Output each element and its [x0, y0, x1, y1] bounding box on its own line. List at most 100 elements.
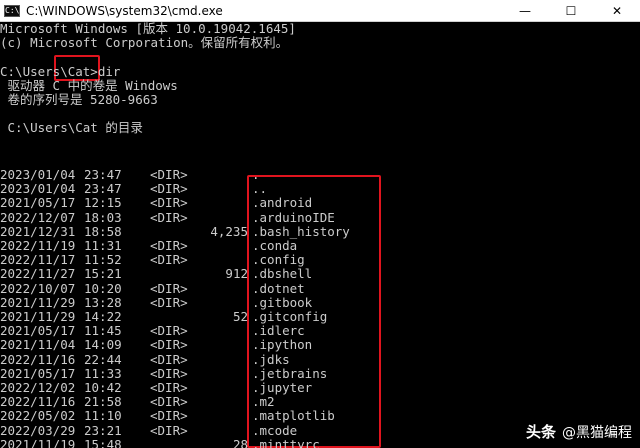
dir-entry-row: 2022/12/07 18:03 <DIR> .arduinoIDE	[0, 209, 640, 225]
dir-entry-row: 2023/01/04 23:47 <DIR>..	[0, 182, 640, 196]
entry-name: .ipython	[252, 337, 313, 353]
entry-name: .config	[252, 252, 305, 268]
entry-time: 13:28	[84, 294, 122, 310]
entry-dir-tag: <DIR>	[150, 394, 188, 410]
entry-date: 2021/11/04	[0, 337, 76, 353]
entry-dir-tag: <DIR>	[150, 380, 188, 395]
entry-time: 11:45	[84, 323, 122, 339]
entry-name: .jupyter	[252, 380, 313, 395]
dir-entry-row: 2022/11/16 22:44 <DIR> .jdks	[0, 351, 640, 367]
entry-name: .mcode	[252, 422, 298, 438]
entry-date: 2022/10/07	[0, 280, 76, 296]
entry-size: 52	[232, 309, 248, 324]
dir-entry-row: 2022/11/17 11:52 <DIR> .config	[0, 253, 640, 267]
entry-date: 2022/11/19	[0, 238, 76, 253]
console-output[interactable]: Microsoft Windows [版本 10.0.19042.1645] (c…	[0, 21, 640, 448]
entry-time: 23:47	[84, 181, 122, 197]
entry-date: 2023/01/04	[0, 181, 76, 197]
entry-time: 11:10	[84, 408, 122, 424]
entry-date: 2022/11/16	[0, 351, 76, 367]
entry-time: 23:47	[84, 167, 122, 182]
entry-name: .jdks	[252, 351, 290, 367]
entry-dir-tag: <DIR>	[150, 181, 188, 197]
watermark-account: @黑猫编程	[562, 424, 632, 441]
dir-entry-row: 2022/11/16 21:58 <DIR> .m2	[0, 395, 640, 409]
entry-date: 2021/05/17	[0, 323, 76, 339]
entry-date: 2022/03/29	[0, 422, 76, 438]
entry-name: .minttyrc	[252, 436, 320, 448]
entry-date: 2021/05/17	[0, 195, 76, 211]
close-button[interactable]: ✕	[594, 0, 640, 21]
entry-time: 21:58	[84, 394, 122, 410]
dir-entry-row: 2022/12/02 10:42 <DIR> .jupyter	[0, 381, 640, 395]
entry-time: 23:21	[84, 422, 122, 438]
entry-name: .gitconfig	[252, 309, 328, 324]
entry-time: 11:52	[84, 252, 122, 268]
entry-date: 2021/05/17	[0, 365, 76, 381]
entry-dir-tag: <DIR>	[150, 280, 188, 296]
toutiao-logo: 头条	[525, 423, 556, 441]
entry-time: 14:09	[84, 337, 122, 353]
entry-dir-tag: <DIR>	[150, 323, 188, 339]
dir-entry-row: 2023/01/04 23:47 <DIR>.	[0, 168, 640, 182]
entry-dir-tag: <DIR>	[150, 422, 188, 438]
dir-entry-row: 2022/11/27 15:21 912 .dbshell	[0, 267, 640, 281]
entry-dir-tag: <DIR>	[150, 351, 188, 367]
entry-date: 2022/05/02	[0, 408, 76, 424]
entry-dir-tag: <DIR>	[150, 252, 188, 268]
entry-time: 18:03	[84, 209, 122, 225]
entry-date: 2021/11/29	[0, 309, 76, 324]
minimize-button[interactable]: —	[502, 0, 548, 21]
dir-entry-row: 2021/05/17 11:45 <DIR> .idlerc	[0, 324, 640, 338]
maximize-button[interactable]: ☐	[548, 0, 594, 21]
entry-dir-tag: <DIR>	[150, 365, 188, 381]
entry-name: .arduinoIDE	[252, 209, 335, 225]
entry-name: .bash_history	[252, 223, 350, 239]
entry-name: .jetbrains	[252, 365, 328, 381]
entry-name: .conda	[252, 238, 298, 253]
entry-name: .m2	[252, 394, 275, 410]
entry-time: 15:48	[84, 436, 122, 448]
entry-name: ..	[252, 181, 268, 197]
dir-entry-row: 2022/10/07 10:20 <DIR> .dotnet	[0, 280, 640, 296]
cmd-icon: C:\	[4, 4, 20, 17]
entry-name: .android	[252, 195, 313, 211]
entry-date: 2022/12/02	[0, 380, 76, 395]
entry-time: 18:58	[84, 223, 122, 239]
console-line: Microsoft Windows [版本 10.0.19042.1645]	[0, 21, 296, 36]
entry-time: 14:22	[84, 309, 122, 324]
window-title: C:\WINDOWS\system32\cmd.exe	[26, 3, 223, 18]
watermark: 头条 @黑猫编程	[526, 421, 632, 442]
entry-dir-tag: <DIR>	[150, 408, 188, 424]
entry-name: .matplotlib	[252, 408, 335, 424]
entry-size: 4,235	[210, 223, 248, 239]
dir-entry-row: 2021/05/17 11:33 <DIR> .jetbrains	[0, 365, 640, 381]
entry-time: 10:42	[84, 380, 122, 395]
entry-date: 2021/12/31	[0, 223, 76, 239]
entry-time: 22:44	[84, 351, 122, 367]
entry-dir-tag: <DIR>	[150, 195, 188, 211]
entry-time: 10:20	[84, 280, 122, 296]
entry-time: 15:21	[84, 266, 122, 282]
entry-dir-tag: <DIR>	[150, 209, 188, 225]
entry-date: 2022/11/17	[0, 252, 76, 268]
console-line: 驱动器 C 中的卷是 Windows	[0, 77, 178, 93]
dir-entry-row: 2021/11/04 14:09 <DIR> .ipython	[0, 338, 640, 352]
dir-entry-row: 2021/12/31 18:58 4,235 .bash_history	[0, 223, 640, 239]
entry-size: 912	[225, 266, 248, 282]
entry-date: 2021/11/19	[0, 436, 76, 448]
entry-date: 2023/01/04	[0, 167, 76, 182]
entry-dir-tag: <DIR>	[150, 337, 188, 353]
console-line: C:\Users\Cat 的目录	[0, 120, 143, 136]
entry-date: 2022/12/07	[0, 209, 76, 225]
window-controls: — ☐ ✕	[502, 0, 640, 21]
entry-name: .dbshell	[252, 266, 313, 282]
entry-dir-tag: <DIR>	[150, 167, 188, 182]
dir-entry-row: 2021/11/29 13:28 <DIR> .gitbook	[0, 294, 640, 310]
entry-size: 28	[232, 436, 248, 448]
dir-entry-row: 2021/05/17 12:15 <DIR> .android	[0, 196, 640, 210]
entry-dir-tag: <DIR>	[150, 294, 188, 310]
entry-date: 2021/11/29	[0, 294, 76, 310]
entry-time: 12:15	[84, 195, 122, 211]
entry-date: 2022/11/27	[0, 266, 76, 282]
